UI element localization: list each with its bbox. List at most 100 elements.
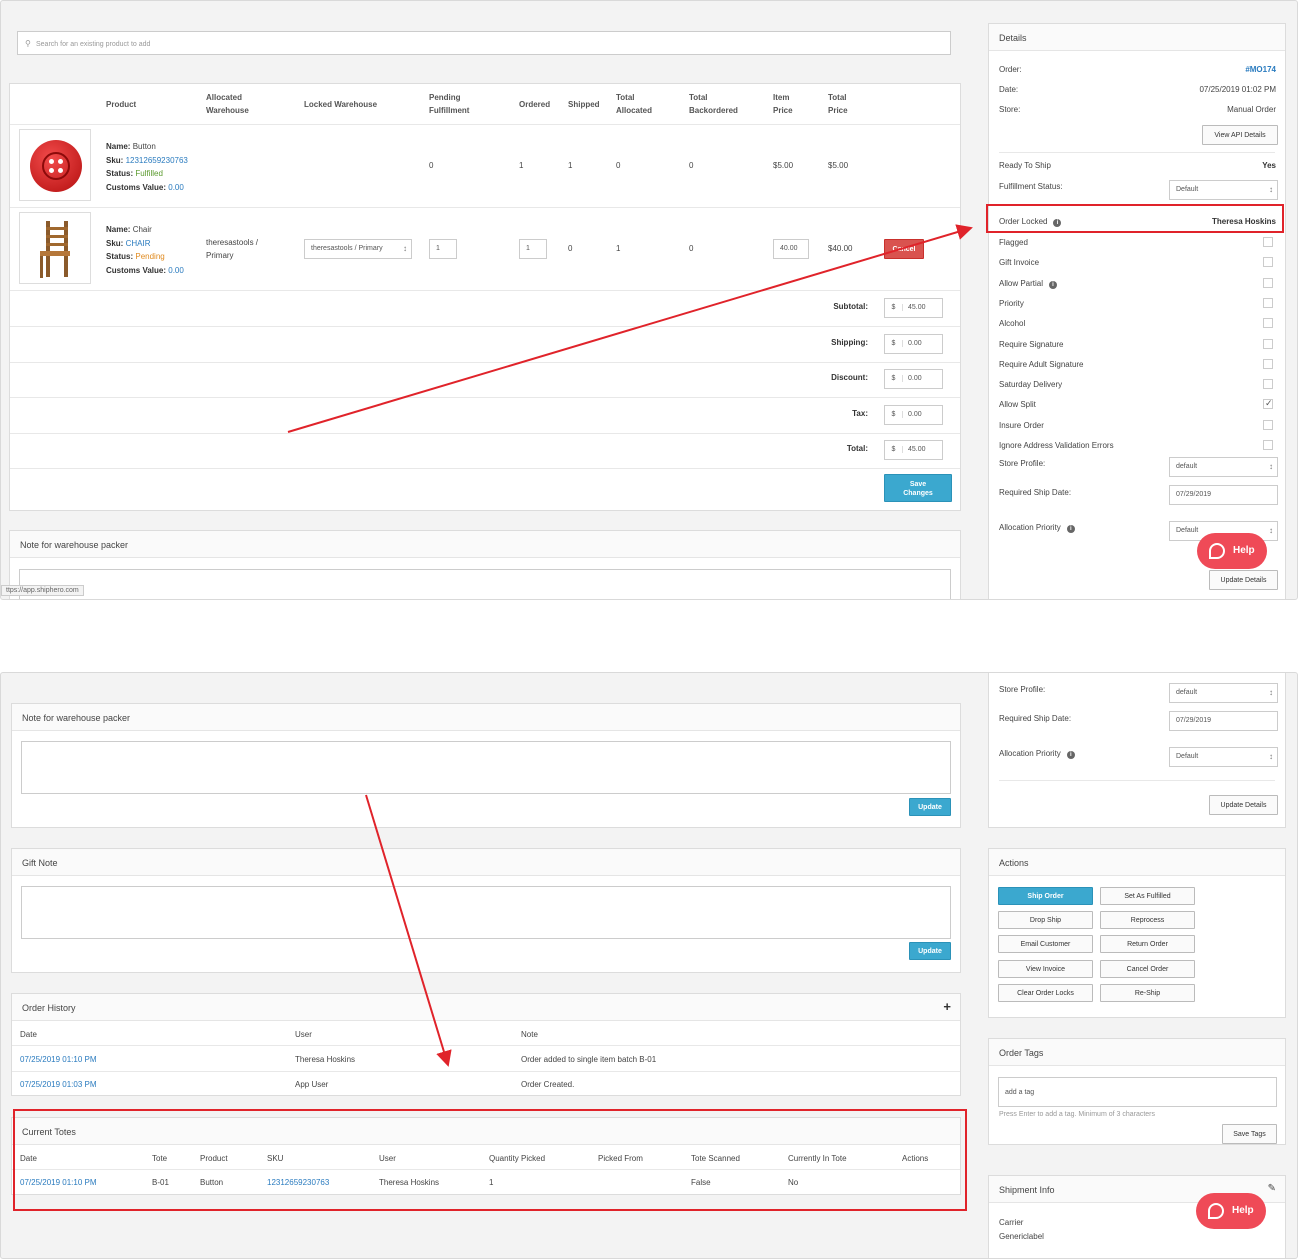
totals-input[interactable]: $0.00 xyxy=(884,369,943,389)
totals-input[interactable]: $0.00 xyxy=(884,333,943,354)
totals-label: Subtotal: xyxy=(833,302,868,311)
action-button-re-ship[interactable]: Re-Ship xyxy=(1100,983,1195,1002)
fulfillment-status-select[interactable]: Default xyxy=(1169,180,1278,200)
order-history-panel: Order History + Date User Note 07/25/201… xyxy=(11,993,961,1096)
details-panel-continued: Store Profile: default Required Ship Dat… xyxy=(988,673,1286,828)
divider xyxy=(12,1071,960,1072)
actions-panel: Actions Ship Order Drop Ship Email Custome… xyxy=(988,848,1286,1018)
flag-checkbox[interactable] xyxy=(1263,257,1273,268)
flag-label: Priority xyxy=(999,299,1024,308)
flag-label: Flagged xyxy=(999,238,1028,247)
shipped-value: 1 xyxy=(568,161,573,170)
totals-input[interactable]: $45.00 xyxy=(884,298,943,318)
update-gift-note-button[interactable]: Update xyxy=(909,942,951,960)
ordered-quantity-input[interactable]: 1 xyxy=(519,239,547,259)
customs-value[interactable]: 0.00 xyxy=(168,183,184,192)
gift-note-textarea[interactable] xyxy=(21,886,951,939)
chat-bubble-icon xyxy=(1208,1203,1224,1219)
col-ordered: Ordered xyxy=(519,100,551,109)
action-button-reprocess[interactable]: Reprocess xyxy=(1100,911,1195,930)
history-user: App User xyxy=(295,1080,329,1089)
info-icon: i xyxy=(1066,525,1075,533)
flag-checkbox[interactable] xyxy=(1263,297,1273,308)
action-button-view-invoice[interactable]: View Invoice xyxy=(998,959,1093,978)
required-ship-date-input[interactable]: 07/29/2019 xyxy=(1169,485,1278,505)
flag-label-text: Insure Order xyxy=(999,420,1044,430)
note-packer-textarea-top[interactable] xyxy=(19,569,951,599)
update-details-button[interactable]: Update Details xyxy=(1209,570,1278,590)
view-api-details-button[interactable]: View API Details xyxy=(1202,125,1278,145)
store-profile-select[interactable]: default xyxy=(1169,457,1278,477)
add-history-button[interactable]: + xyxy=(943,999,951,1014)
add-tag-input[interactable]: add a tag xyxy=(998,1077,1277,1107)
col-total-backordered: Total Backordered xyxy=(689,91,738,117)
allocation-priority-select[interactable]: Default xyxy=(1169,747,1278,767)
col-total-backordered-l1: Total xyxy=(689,93,708,102)
customs-label: Customs Value: xyxy=(106,265,167,275)
save-changes-button[interactable]: Save Changes xyxy=(884,474,952,502)
flag-checkbox[interactable] xyxy=(1263,237,1273,247)
action-button-ship-order[interactable]: Ship Order xyxy=(998,887,1093,905)
action-button-email-customer[interactable]: Email Customer xyxy=(998,935,1093,954)
allocation-priority-text: Allocation Priority xyxy=(999,749,1061,758)
flag-checkbox[interactable]: ✓ xyxy=(1263,398,1273,410)
action-button-clear-order-locks[interactable]: Clear Order Locks xyxy=(998,983,1093,1002)
store-profile-select[interactable]: default xyxy=(1169,683,1278,703)
required-ship-date-input[interactable]: 07/29/2019 xyxy=(1169,711,1278,731)
pending-quantity-input[interactable]: 1 xyxy=(429,239,457,259)
col-total-price-l2: Price xyxy=(828,106,848,115)
required-ship-date-label: Required Ship Date: xyxy=(999,714,1072,723)
flag-label: Gift Invoice xyxy=(999,258,1039,267)
product-sku-link[interactable]: CHAIR xyxy=(126,239,151,248)
flag-checkbox[interactable] xyxy=(1263,358,1273,369)
item-price-input[interactable]: 40.00 xyxy=(773,239,809,259)
flag-checkbox[interactable] xyxy=(1263,419,1273,430)
flag-checkbox[interactable] xyxy=(1263,277,1273,288)
product-sku-link[interactable]: 12312659230763 xyxy=(126,156,188,165)
history-note: Order added to single item batch B-01 xyxy=(521,1055,657,1064)
history-col-date: Date xyxy=(20,1030,37,1039)
currency-symbol: $ xyxy=(885,339,903,347)
update-note-button[interactable]: Update xyxy=(909,798,951,816)
edit-pencil-icon[interactable]: ✎ xyxy=(1268,1183,1276,1194)
order-number-link[interactable]: #MO174 xyxy=(1245,65,1276,74)
flag-checkbox[interactable] xyxy=(1263,318,1273,329)
order-items-panel: Product Allocated Warehouse Locked Wareho… xyxy=(9,83,961,511)
allocated-wh-l1: theresastools / xyxy=(206,238,259,247)
history-date-link[interactable]: 07/25/2019 01:10 PM xyxy=(20,1055,97,1064)
flag-checkbox[interactable] xyxy=(1263,338,1273,349)
save-tags-button[interactable]: Save Tags xyxy=(1222,1124,1277,1144)
flag-label: Ignore Address Validation Errors xyxy=(999,441,1114,450)
col-pending-l2: Fulfillment xyxy=(429,106,470,115)
details-panel: Details Order: #MO174 Date: 07/25/2019 0… xyxy=(988,23,1286,599)
total-price: $5.00 xyxy=(828,161,849,170)
action-button-return-order[interactable]: Return Order xyxy=(1100,935,1195,954)
store-profile-label: Store Profile: xyxy=(999,459,1046,468)
search-placeholder: Search for an existing product to add xyxy=(36,41,151,48)
cancel-item-button[interactable]: Cancel xyxy=(884,239,924,259)
action-button-cancel-order[interactable]: Cancel Order xyxy=(1100,959,1195,978)
product-thumbnail-chair xyxy=(19,212,91,284)
status-url-bar: ttps://app.shiphero.com xyxy=(1,585,84,596)
totals-label: Tax: xyxy=(852,408,868,418)
store-value: Manual Order xyxy=(1227,105,1276,114)
customs-value[interactable]: 0.00 xyxy=(168,266,184,275)
flag-checkbox[interactable] xyxy=(1263,440,1273,450)
note-packer-panel-top: Note for warehouse packer xyxy=(9,530,961,599)
note-packer-textarea[interactable] xyxy=(21,741,951,794)
update-details-button[interactable]: Update Details xyxy=(1209,795,1278,815)
help-button[interactable]: Help xyxy=(1196,1193,1266,1229)
col-item-price: Item Price xyxy=(773,91,793,117)
locked-warehouse-select[interactable]: theresastools / Primary xyxy=(304,239,412,259)
tag-hint: Press Enter to add a tag. Minimum of 3 c… xyxy=(999,1111,1156,1118)
action-button-drop-ship[interactable]: Drop Ship xyxy=(998,911,1093,930)
flag-label-text: Alcohol xyxy=(999,319,1026,329)
totals-input[interactable]: $45.00 xyxy=(884,440,943,460)
help-button[interactable]: Help xyxy=(1197,533,1267,569)
totals-input[interactable]: $0.00 xyxy=(884,404,943,425)
history-date-link[interactable]: 07/25/2019 01:03 PM xyxy=(20,1080,97,1089)
flag-checkbox[interactable] xyxy=(1263,379,1273,390)
action-button-set-as-fulfilled[interactable]: Set As Fulfilled xyxy=(1100,887,1195,905)
product-search-input[interactable]: ⚲ Search for an existing product to add xyxy=(17,31,951,55)
allocation-priority-label: Allocation Priority i xyxy=(999,749,1075,759)
